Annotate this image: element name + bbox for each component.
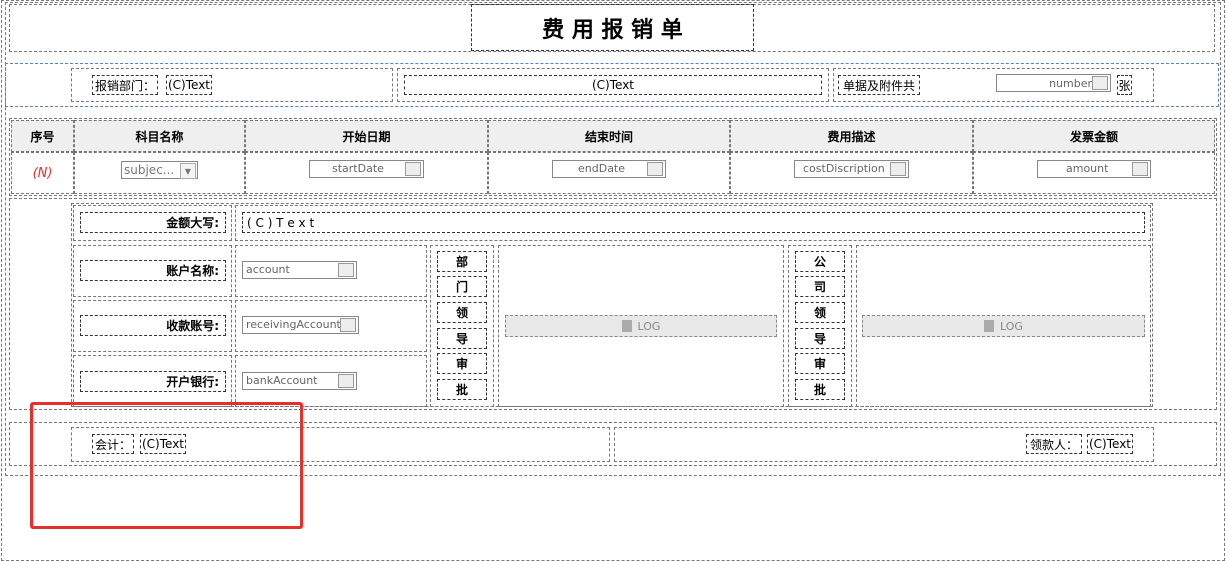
row-index: (N) — [11, 152, 74, 194]
dept-approve-char-4: 导 — [437, 328, 487, 349]
number-icon — [1092, 76, 1108, 90]
header-start-date: 开始日期 — [245, 120, 488, 152]
dept-approve-char-1: 部 — [437, 251, 487, 272]
header-amount: 发票金额 — [973, 120, 1215, 152]
dept-log-text: LOG — [637, 319, 661, 333]
account-name-placeholder: account — [246, 263, 290, 276]
receiving-account-placeholder: receivingAccount — [246, 318, 341, 331]
dept-label: 报销部门： — [92, 75, 158, 95]
amount-upper-value[interactable]: ( C ) T e x t — [242, 212, 1145, 233]
dept-approve-char-5: 审 — [437, 353, 487, 374]
end-date-placeholder: endDate — [578, 162, 626, 175]
log-icon — [984, 320, 995, 332]
header-end-time: 结束时间 — [488, 120, 730, 152]
calendar-icon — [405, 162, 421, 176]
amount-placeholder: amount — [1066, 162, 1109, 175]
company-approve-char-1: 公 — [795, 251, 845, 272]
calendar-icon — [647, 162, 663, 176]
bank-account-input[interactable]: bankAccount — [242, 372, 357, 390]
company-approve-char-2: 司 — [795, 276, 845, 297]
attach-number-placeholder: number — [1049, 77, 1092, 90]
company-approve-char-3: 领 — [795, 302, 845, 323]
dept-approve-char-6: 批 — [437, 379, 487, 400]
edit-icon — [340, 318, 356, 332]
bank-label: 开户银行: — [80, 371, 226, 392]
end-date-input[interactable]: endDate — [552, 160, 666, 178]
start-date-input[interactable]: startDate — [309, 160, 424, 178]
dept-approve-char-2: 门 — [437, 276, 487, 297]
description-input[interactable]: costDiscription — [794, 160, 909, 178]
form-title: 费 用 报 销 单 — [471, 4, 754, 51]
description-placeholder: costDiscription — [803, 162, 885, 175]
receiving-label: 收款账号: — [80, 315, 226, 336]
receiver-label: 领款人： — [1026, 434, 1082, 454]
subject-select-value: subjec... — [124, 163, 175, 177]
number-icon — [1132, 162, 1148, 176]
company-approve-char-6: 批 — [795, 379, 845, 400]
company-approve-char-4: 导 — [795, 328, 845, 349]
receiving-account-input[interactable]: receivingAccount — [242, 316, 359, 334]
dept-approve-char-3: 领 — [437, 302, 487, 323]
center-value[interactable]: (C)Text — [404, 75, 822, 95]
header-subject: 科目名称 — [74, 120, 245, 152]
chevron-down-icon: ▼ — [180, 163, 196, 179]
start-date-placeholder: startDate — [332, 162, 384, 175]
subject-select[interactable]: subjec... ▼ — [121, 161, 198, 179]
amount-upper-label: 金额大写: — [80, 212, 226, 233]
header-index: 序号 — [11, 120, 74, 152]
company-approve-char-5: 审 — [795, 353, 845, 374]
edit-icon — [890, 162, 906, 176]
bank-account-placeholder: bankAccount — [246, 374, 318, 387]
company-log-text: LOG — [1000, 319, 1023, 333]
account-name-label: 账户名称: — [80, 260, 226, 281]
attach-number-input[interactable]: number — [996, 74, 1111, 92]
dept-log-field[interactable]: LOG — [505, 315, 777, 337]
attach-unit: 张 — [1117, 75, 1132, 95]
annotation-highlight-box — [30, 402, 303, 529]
edit-icon — [338, 374, 354, 388]
amount-input[interactable]: amount — [1037, 160, 1151, 178]
header-description: 费用描述 — [730, 120, 973, 152]
attach-label: 单据及附件共 — [838, 75, 920, 95]
dept-value[interactable]: (C)Text — [166, 75, 212, 95]
log-icon — [621, 320, 632, 332]
receiver-value[interactable]: (C)Text — [1087, 434, 1133, 454]
edit-icon — [338, 263, 354, 277]
account-name-input[interactable]: account — [242, 261, 357, 279]
company-log-field[interactable]: LOG — [862, 315, 1145, 337]
